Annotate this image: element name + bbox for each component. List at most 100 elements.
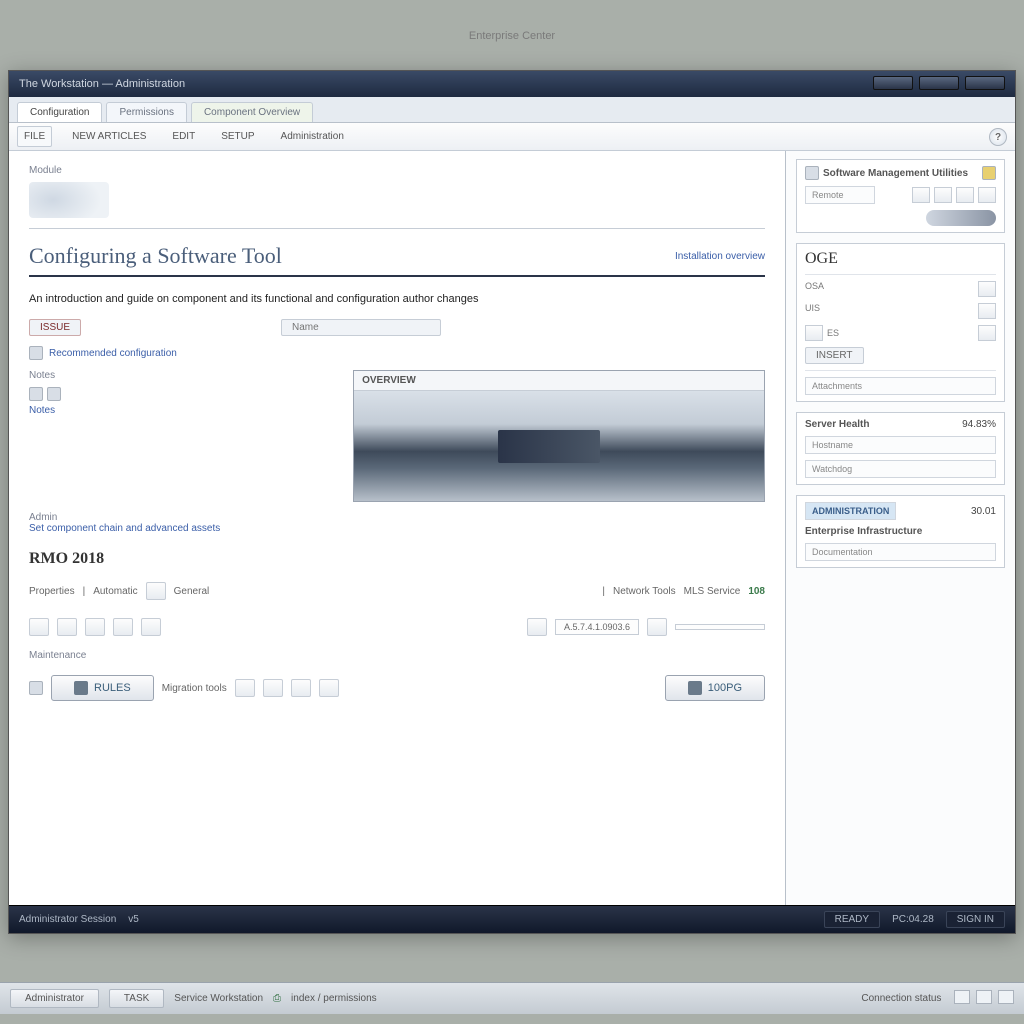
tray-icon-2[interactable]	[976, 990, 992, 1004]
icon-toolbar: A.5.7.4.1.0903.6	[29, 618, 765, 636]
bar-readout: A.5.7.4.1.0903.6	[555, 619, 639, 635]
mini-tool-3[interactable]	[291, 679, 311, 697]
tool-cut-icon[interactable]	[113, 618, 133, 636]
overview-figure: OVERVIEW	[353, 370, 765, 502]
net-tools[interactable]: Network Tools	[613, 586, 676, 597]
tool-open-icon[interactable]	[57, 618, 77, 636]
insert-button[interactable]: INSERT	[805, 347, 864, 364]
attachments-field[interactable]: Attachments	[805, 377, 996, 395]
mini-tool-4[interactable]	[319, 679, 339, 697]
row-value: 108	[748, 586, 765, 597]
section-rmo: RMO 2018	[29, 550, 765, 568]
breadcrumb-link[interactable]: Installation overview	[675, 251, 765, 262]
help-icon[interactable]: ?	[989, 128, 1007, 146]
menu-edit[interactable]: EDIT	[166, 127, 201, 146]
checkbox-icon[interactable]	[146, 582, 166, 600]
taskbar-app-2[interactable]: TASK	[109, 989, 164, 1008]
util-icon-1[interactable]	[912, 187, 930, 203]
main-content: Module Configuring a Software Tool Insta…	[9, 151, 785, 905]
statusbar: Administrator Session v5 READY PC:04.28 …	[9, 905, 1015, 933]
watchdog-field[interactable]: Watchdog	[805, 460, 996, 478]
documentation-field[interactable]: Documentation	[805, 543, 996, 561]
menu-admin[interactable]: Administration	[275, 127, 350, 146]
titlebar: The Workstation — Administration	[9, 71, 1015, 97]
gear-icon	[805, 166, 819, 180]
device-graphic	[926, 210, 996, 226]
tool-save-icon[interactable]	[29, 618, 49, 636]
bar-readout-2	[675, 624, 765, 630]
lead-text: An introduction and guide on component a…	[29, 293, 765, 305]
taskbar-conn: Connection status	[861, 993, 941, 1004]
name-input[interactable]	[281, 319, 441, 336]
tray-icon-1[interactable]	[954, 990, 970, 1004]
module-icon	[29, 182, 109, 218]
wrench-icon	[29, 681, 43, 695]
oge-item-1[interactable]: OSA	[805, 281, 824, 297]
admin-highlight[interactable]: ADMINISTRATION	[805, 502, 896, 520]
tool-plug-icon[interactable]	[527, 618, 547, 636]
oge-item-2[interactable]: UIS	[805, 303, 820, 319]
panel-admin: ADMINISTRATION 30.01 Enterprise Infrastr…	[796, 495, 1005, 568]
mls[interactable]: MLS Service	[684, 586, 741, 597]
outer-monitor-label: Enterprise Center	[0, 30, 1024, 42]
rules-button[interactable]: RULES	[51, 675, 154, 701]
tab-configuration[interactable]: Configuration	[17, 102, 102, 122]
arrow-icon	[74, 681, 88, 695]
module-label: Module	[29, 165, 765, 176]
maintenance-label: Maintenance	[29, 650, 765, 661]
util-icon-3[interactable]	[956, 187, 974, 203]
article-title: Configuring a Software Tool	[29, 239, 282, 273]
maximize-button[interactable]	[919, 76, 959, 90]
tool-paste-icon[interactable]	[141, 618, 161, 636]
action-button[interactable]: 100PG	[665, 675, 765, 701]
tag-issue: ISSUE	[29, 319, 81, 336]
panel-server-health: Server Health 94.83% Hostname Watchdog	[796, 412, 1005, 485]
chk-general[interactable]: General	[174, 586, 210, 597]
remote-tab[interactable]: Remote	[805, 186, 875, 204]
server-health-value: 94.83%	[962, 419, 996, 430]
menu-setup[interactable]: SETUP	[215, 127, 260, 146]
status-session: Administrator Session	[19, 914, 116, 925]
admin-label: Admin	[29, 512, 765, 523]
kv-icon[interactable]	[978, 325, 996, 341]
chk-auto[interactable]: Automatic	[93, 586, 137, 597]
tool-copy-icon[interactable]	[85, 618, 105, 636]
properties-row: Properties | Automatic General | Network…	[29, 582, 765, 600]
module-header	[29, 176, 765, 229]
window-title: The Workstation — Administration	[19, 78, 185, 90]
kv-icon[interactable]	[978, 303, 996, 319]
signin-button[interactable]: SIGN IN	[946, 911, 1005, 928]
server-health-title: Server Health	[805, 419, 869, 430]
tray-icon-3[interactable]	[998, 990, 1014, 1004]
article-header-row: Configuring a Software Tool Installation…	[29, 239, 765, 277]
util-icon-4[interactable]	[978, 187, 996, 203]
flag-icon	[688, 681, 702, 695]
mini-tool-2[interactable]	[263, 679, 283, 697]
util-icon-2[interactable]	[934, 187, 952, 203]
figure-caption: OVERVIEW	[354, 371, 764, 391]
menu-file[interactable]: FILE	[17, 126, 52, 147]
oge-heading: OGE	[805, 250, 996, 268]
taskbar-app-1[interactable]: Administrator	[10, 989, 99, 1008]
tool-scan-icon[interactable]	[647, 618, 667, 636]
panel-utilities-title: Software Management Utilities	[805, 166, 996, 180]
panel-oge: OGE OSA UIS ES INSERT Attachments	[796, 243, 1005, 402]
tab-permissions[interactable]: Permissions	[106, 102, 186, 122]
tab-overview[interactable]: Component Overview	[191, 102, 313, 122]
config-link[interactable]: Recommended configuration	[49, 348, 177, 359]
notes-link[interactable]: Notes	[29, 405, 163, 416]
figure-image	[354, 391, 764, 501]
notes-label: Notes	[29, 370, 163, 381]
infra-title: Enterprise Infrastructure	[805, 526, 996, 537]
menu-new[interactable]: NEW ARTICLES	[66, 127, 152, 146]
taskbar-label: Service Workstation	[174, 993, 263, 1004]
minimize-button[interactable]	[873, 76, 913, 90]
oge-item-3[interactable]: ES	[827, 328, 839, 338]
star-icon	[982, 166, 996, 180]
mini-tool-1[interactable]	[235, 679, 255, 697]
kv-icon[interactable]	[978, 281, 996, 297]
taskbar-index[interactable]: index / permissions	[291, 993, 377, 1004]
admin-link[interactable]: Set component chain and advanced assets	[29, 523, 765, 534]
hostname-field[interactable]: Hostname	[805, 436, 996, 454]
close-button[interactable]	[965, 76, 1005, 90]
